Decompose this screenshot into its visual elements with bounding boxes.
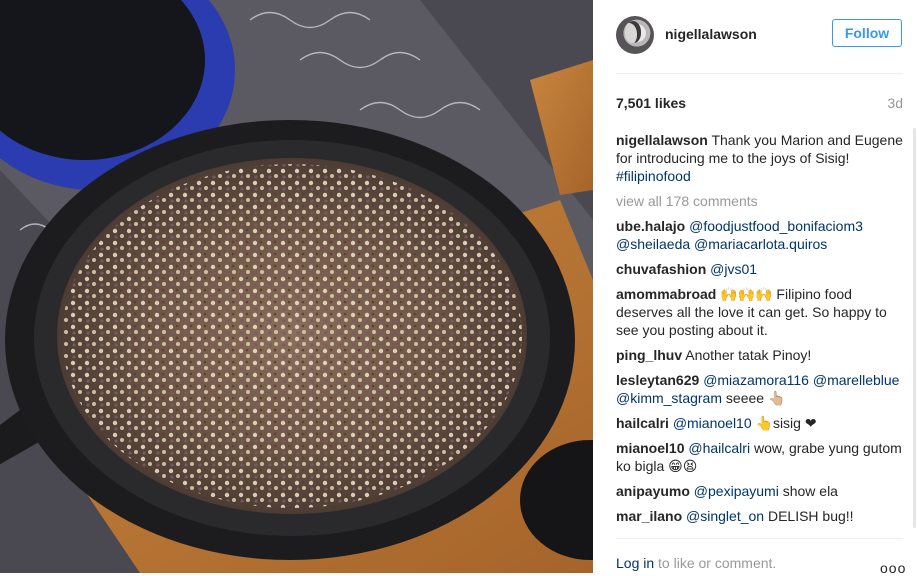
mention-link[interactable]: @jvs01 xyxy=(710,261,757,277)
caption-username[interactable]: nigellalawson xyxy=(616,132,708,148)
likes-count[interactable]: 7,501 likes xyxy=(616,95,686,111)
mention-link[interactable]: @kimm_stagram xyxy=(616,390,722,406)
comment-text: Another tatak Pinoy! xyxy=(682,347,812,363)
post-header: nigellalawson Follow xyxy=(593,0,918,73)
follow-button[interactable]: Follow xyxy=(832,19,902,47)
post-sidebar: nigellalawson Follow 7,501 likes 3d nige… xyxy=(593,0,918,576)
footer-divider xyxy=(616,538,903,539)
post-author-username[interactable]: nigellalawson xyxy=(665,26,757,42)
mention-link[interactable]: @singlet_on xyxy=(686,508,764,524)
post-timestamp[interactable]: 3d xyxy=(887,95,903,111)
login-prompt-text: to like or comment. xyxy=(654,555,777,571)
comment-item: ping_lhuv Another tatak Pinoy! xyxy=(616,346,906,364)
comment-item: hailcalri @mianoel10 👆sisig ❤ xyxy=(616,414,906,432)
comment-text: seeee 👆🏼 xyxy=(722,390,786,406)
comment-username[interactable]: mar_ilano xyxy=(616,508,682,524)
sisig-skillet-photo xyxy=(0,0,593,573)
comment-username[interactable]: ube.halajo xyxy=(616,218,685,234)
view-all-comments[interactable]: view all 178 comments xyxy=(616,192,906,210)
mention-link[interactable]: @hailcalri xyxy=(688,440,750,456)
comment-item: ube.halajo @foodjustfood_bonifaciom3 @sh… xyxy=(616,217,906,253)
view-all-comments-label[interactable]: view all 178 comments xyxy=(616,193,758,209)
post-container: nigellalawson Follow 7,501 likes 3d nige… xyxy=(0,0,918,576)
more-options-icon[interactable]: ooo xyxy=(880,560,906,576)
comment-text: DELISH bug!! xyxy=(764,508,854,524)
login-prompt: Log in to like or comment. xyxy=(616,555,776,571)
comment-item: chuvafashion @jvs01 xyxy=(616,260,906,278)
comment-text: show ela xyxy=(778,483,838,499)
comment-text: 👆sisig ❤ xyxy=(751,415,817,431)
comment-username[interactable]: hailcalri xyxy=(616,415,669,431)
comment-username[interactable]: chuvafashion xyxy=(616,261,706,277)
comment-username[interactable]: mianoel10 xyxy=(616,440,684,456)
comment-item: anipayumo @pexipayumi show ela xyxy=(616,482,906,500)
comments-scrollbar[interactable] xyxy=(913,128,916,528)
comment-item: mar_ilano @singlet_on DELISH bug!! xyxy=(616,507,906,525)
comment-item: mianoel10 @hailcalri wow, grabe yung gut… xyxy=(616,439,906,475)
caption: nigellalawson Thank you Marion and Eugen… xyxy=(616,131,906,185)
header-divider xyxy=(616,73,903,74)
comment-username[interactable]: amommabroad xyxy=(616,286,716,302)
profile-avatar[interactable] xyxy=(616,16,654,54)
comment-username[interactable]: anipayumo xyxy=(616,483,690,499)
mention-link[interactable]: @mianoel10 xyxy=(673,415,752,431)
post-photo[interactable] xyxy=(0,0,593,573)
login-link[interactable]: Log in xyxy=(616,555,654,571)
mention-link[interactable]: @sheilaeda xyxy=(616,236,690,252)
caption-hashtag[interactable]: #filipinofood xyxy=(616,168,691,184)
mention-link[interactable]: @mariacarlota.quiros xyxy=(694,236,827,252)
comment-item: amommabroad 🙌🙌🙌 Filipino food deserves a… xyxy=(616,285,906,339)
comment-item: lesleytan629 @miazamora116 @marelleblue … xyxy=(616,371,906,407)
comment-username[interactable]: lesleytan629 xyxy=(616,372,699,388)
mention-link[interactable]: @foodjustfood_bonifaciom3 xyxy=(689,218,863,234)
mention-link[interactable]: @miazamora116 xyxy=(703,372,809,388)
mention-link[interactable]: @marelleblue xyxy=(813,372,900,388)
comments-list: nigellalawson Thank you Marion and Eugen… xyxy=(616,131,906,528)
comment-username[interactable]: ping_lhuv xyxy=(616,347,682,363)
mention-link[interactable]: @pexipayumi xyxy=(694,483,779,499)
